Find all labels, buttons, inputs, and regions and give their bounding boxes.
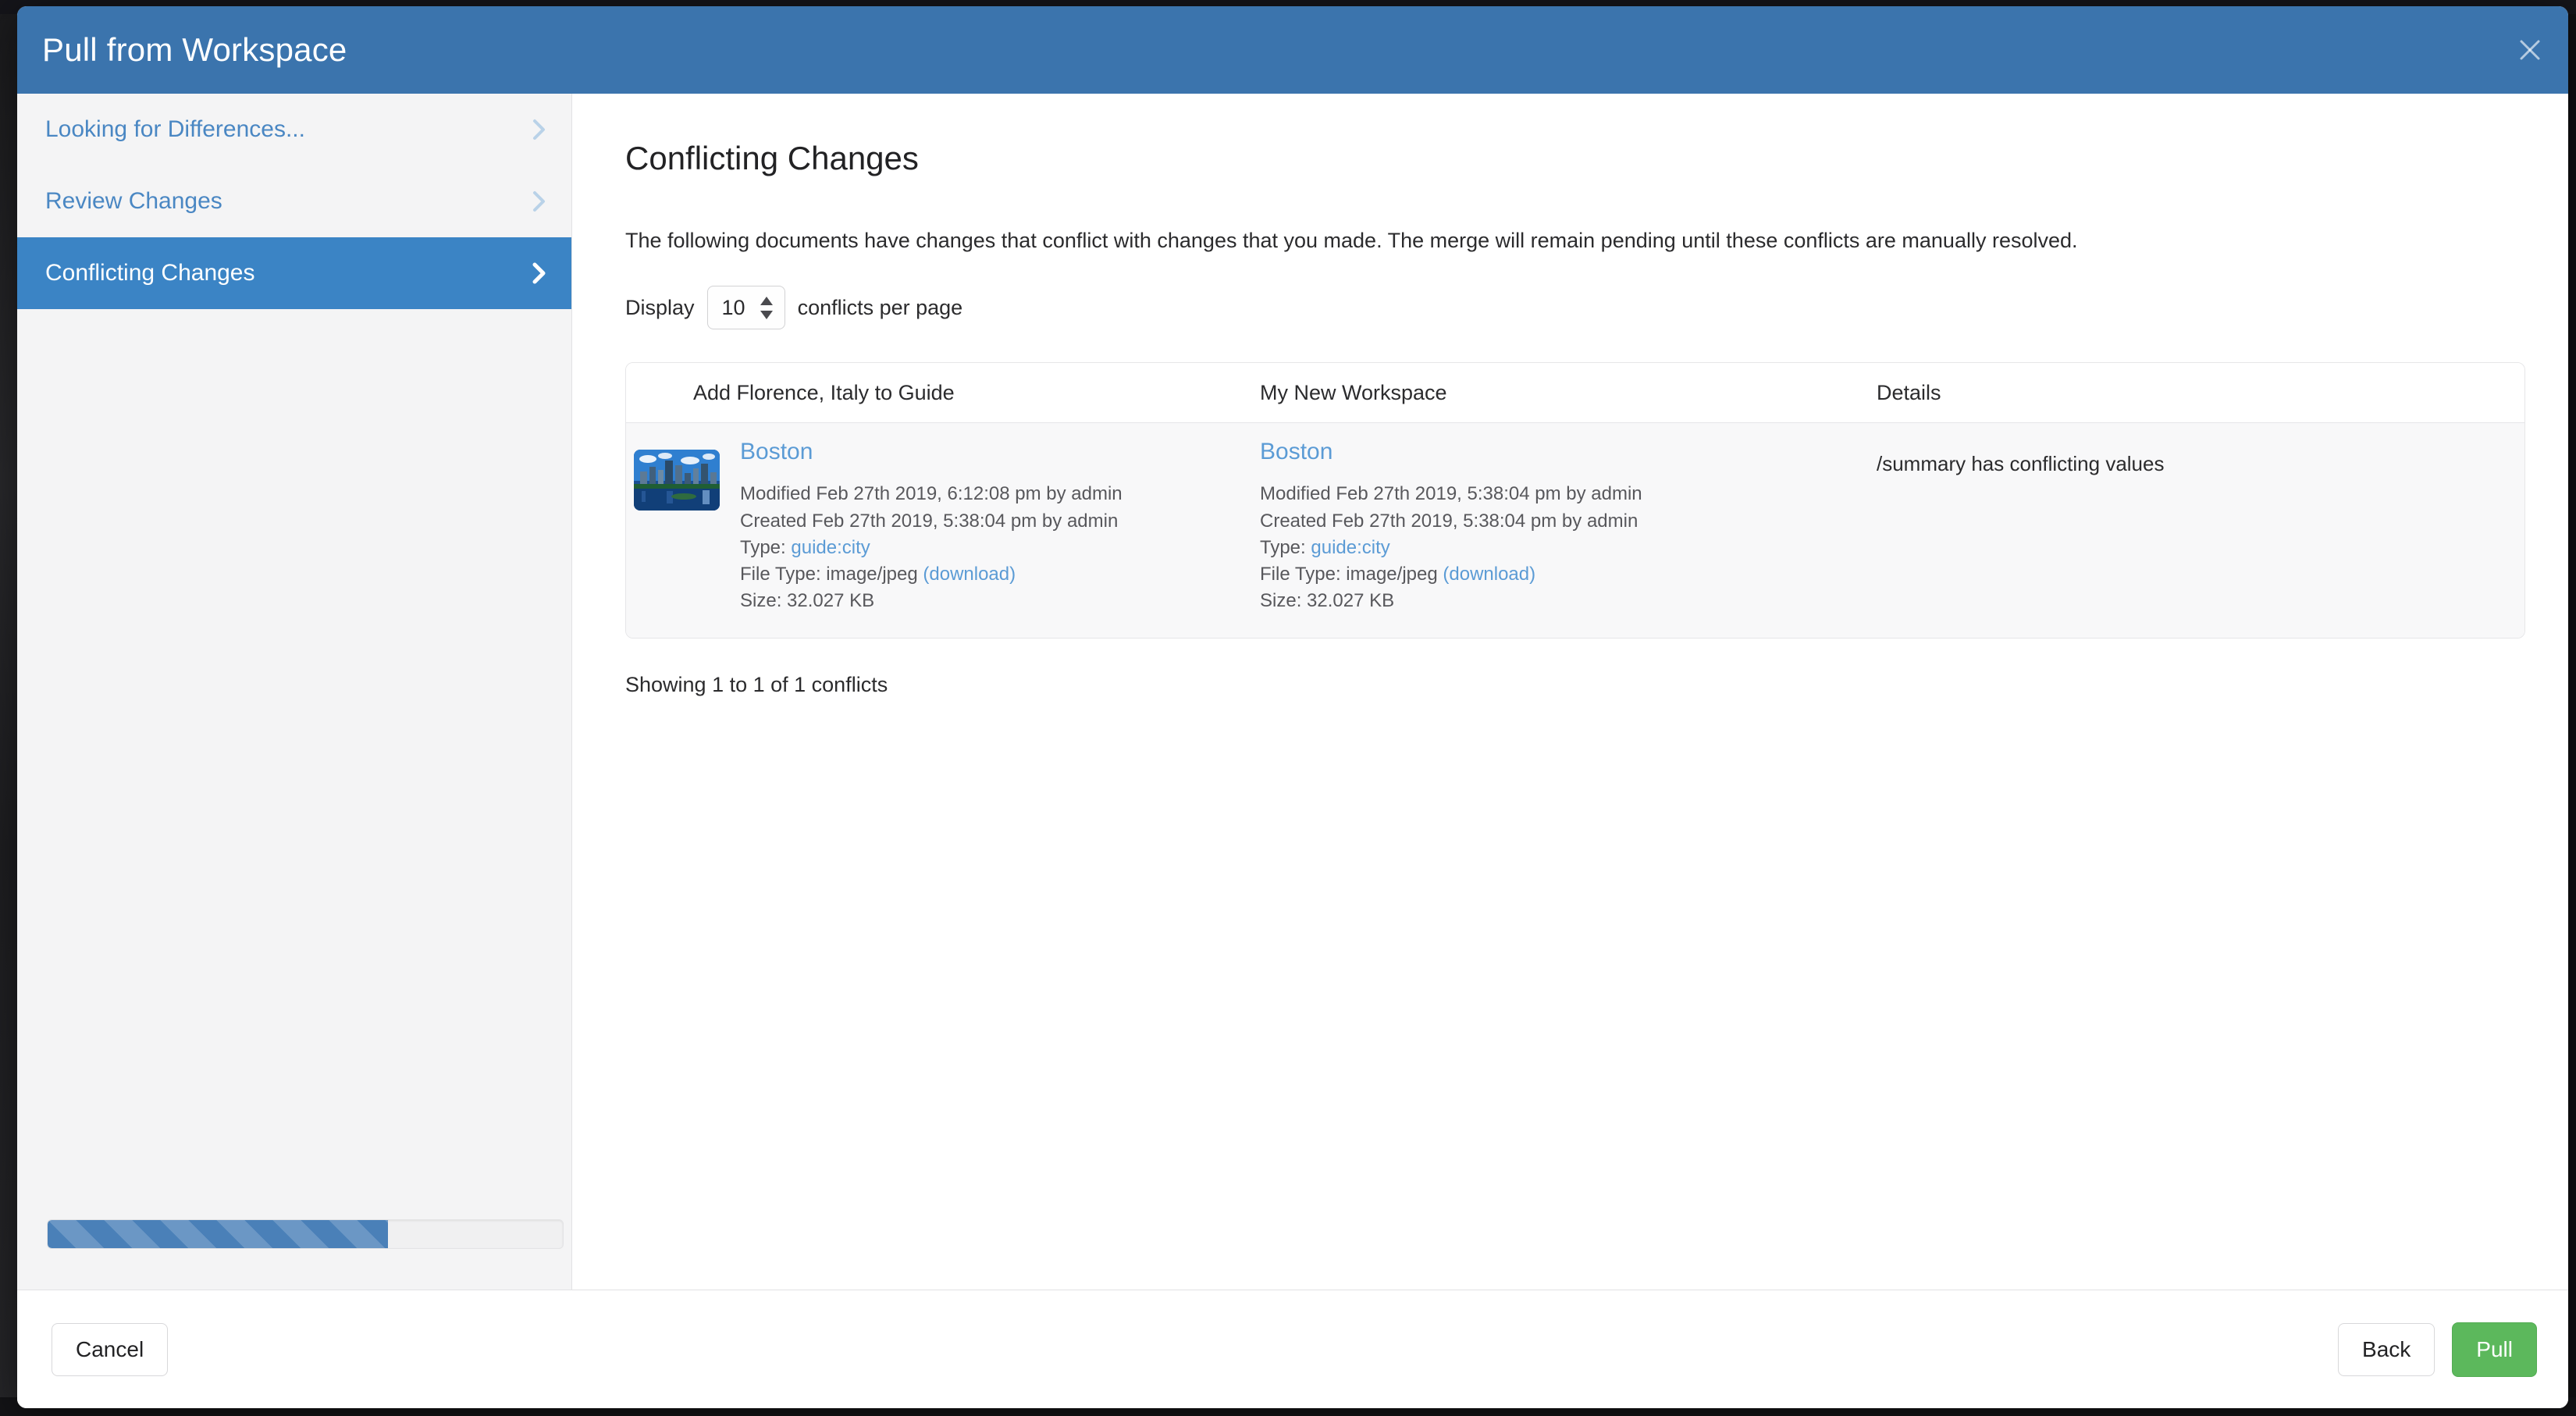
target-document-title[interactable]: Boston bbox=[1260, 440, 1859, 464]
close-icon[interactable] bbox=[2512, 32, 2548, 68]
dialog-body: Looking for Differences... Review Change… bbox=[17, 94, 2568, 1290]
progress-bar-fill bbox=[48, 1220, 388, 1248]
target-document-meta: Modified Feb 27th 2019, 5:38:04 pm by ad… bbox=[1260, 481, 1859, 614]
source-document-meta: Modified Feb 27th 2019, 6:12:08 pm by ad… bbox=[740, 481, 1123, 614]
pull-button[interactable]: Pull bbox=[2452, 1322, 2537, 1377]
source-modified: Modified Feb 27th 2019, 6:12:08 pm by ad… bbox=[740, 481, 1123, 507]
back-button[interactable]: Back bbox=[2338, 1323, 2435, 1376]
per-page-suffix-label: conflicts per page bbox=[798, 296, 963, 320]
chevron-right-icon bbox=[528, 261, 551, 285]
target-file-type-value: image/jpeg bbox=[1346, 564, 1437, 585]
footer-actions: Back Pull bbox=[2338, 1322, 2537, 1377]
per-page-value: 10 bbox=[722, 297, 745, 318]
sidebar-item-review-changes[interactable]: Review Changes bbox=[17, 165, 571, 237]
per-page-select[interactable]: 10 bbox=[707, 286, 785, 329]
chevron-right-icon bbox=[528, 190, 551, 213]
dialog-footer: Cancel Back Pull bbox=[17, 1290, 2568, 1408]
target-type-label: Type: bbox=[1260, 537, 1306, 558]
column-header-source: Add Florence, Italy to Guide bbox=[626, 382, 1243, 404]
pull-from-workspace-dialog: Pull from Workspace Looking for Differen… bbox=[17, 6, 2568, 1408]
sidebar-item-label: Review Changes bbox=[45, 190, 528, 213]
source-type-link[interactable]: guide:city bbox=[791, 537, 870, 558]
source-document-info: Boston Modified Feb 27th 2019, 6:12:08 p… bbox=[740, 440, 1123, 614]
stepper-arrows-icon bbox=[760, 297, 774, 319]
target-type-link[interactable]: guide:city bbox=[1311, 537, 1389, 558]
target-file-type-label: File Type: bbox=[1260, 564, 1341, 585]
source-size: Size: 32.027 KB bbox=[740, 588, 1123, 614]
details-cell: /summary has conflicting values bbox=[1859, 440, 2525, 614]
page-description: The following documents have changes tha… bbox=[625, 226, 2568, 254]
source-document-cell: Boston Modified Feb 27th 2019, 6:12:08 p… bbox=[626, 440, 1243, 614]
source-document-title[interactable]: Boston bbox=[740, 440, 1123, 464]
showing-summary: Showing 1 to 1 of 1 conflicts bbox=[625, 674, 2568, 696]
progress-bar bbox=[47, 1219, 564, 1249]
boston-skyline-thumbnail bbox=[634, 450, 720, 511]
dialog-title: Pull from Workspace bbox=[42, 34, 347, 66]
page-title: Conflicting Changes bbox=[625, 142, 2568, 175]
backdrop-left-strip bbox=[0, 0, 19, 1416]
source-file-type-value: image/jpeg bbox=[826, 564, 917, 585]
target-type-line: Type: guide:city bbox=[1260, 535, 1859, 561]
wizard-sidebar: Looking for Differences... Review Change… bbox=[17, 94, 572, 1290]
source-type-label: Type: bbox=[740, 537, 786, 558]
source-created: Created Feb 27th 2019, 5:38:04 pm by adm… bbox=[740, 508, 1123, 535]
source-type-line: Type: guide:city bbox=[740, 535, 1123, 561]
table-row: Boston Modified Feb 27th 2019, 6:12:08 p… bbox=[626, 422, 2524, 637]
source-file-type-line: File Type: image/jpeg (download) bbox=[740, 561, 1123, 588]
wizard-content: Conflicting Changes The following docume… bbox=[572, 94, 2568, 1290]
target-file-type-line: File Type: image/jpeg (download) bbox=[1260, 561, 1859, 588]
sidebar-item-label: Conflicting Changes bbox=[45, 261, 528, 285]
column-header-target: My New Workspace bbox=[1243, 382, 1859, 404]
target-document-cell: Boston Modified Feb 27th 2019, 5:38:04 p… bbox=[1243, 440, 1859, 614]
per-page-prefix-label: Display bbox=[625, 296, 695, 320]
cancel-button[interactable]: Cancel bbox=[52, 1323, 168, 1376]
table-header-row: Add Florence, Italy to Guide My New Work… bbox=[626, 363, 2524, 422]
target-download-link[interactable]: (download) bbox=[1443, 564, 1535, 585]
conflicts-table: Add Florence, Italy to Guide My New Work… bbox=[625, 362, 2525, 638]
column-header-details: Details bbox=[1859, 382, 2525, 404]
target-size: Size: 32.027 KB bbox=[1260, 588, 1859, 614]
sidebar-item-conflicting-changes[interactable]: Conflicting Changes bbox=[17, 237, 571, 309]
dialog-header: Pull from Workspace bbox=[17, 6, 2568, 94]
target-created: Created Feb 27th 2019, 5:38:04 pm by adm… bbox=[1260, 508, 1859, 535]
source-download-link[interactable]: (download) bbox=[923, 564, 1016, 585]
backdrop-right-strip bbox=[2568, 0, 2576, 1416]
target-modified: Modified Feb 27th 2019, 5:38:04 pm by ad… bbox=[1260, 481, 1859, 507]
conflict-detail-text: /summary has conflicting values bbox=[1877, 451, 2525, 478]
chevron-right-icon bbox=[528, 118, 551, 141]
per-page-control: Display 10 conflicts per page bbox=[625, 286, 2568, 329]
source-file-type-label: File Type: bbox=[740, 564, 821, 585]
sidebar-item-label: Looking for Differences... bbox=[45, 118, 528, 141]
sidebar-item-looking-for-differences[interactable]: Looking for Differences... bbox=[17, 94, 571, 165]
